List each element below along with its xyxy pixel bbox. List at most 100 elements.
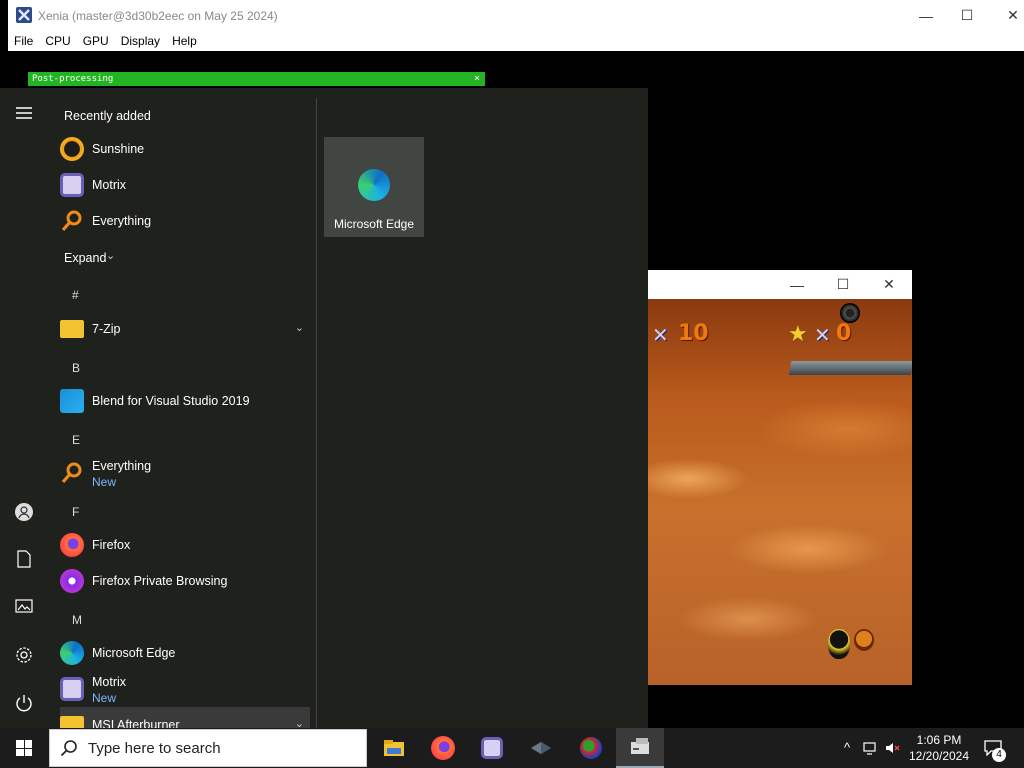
new-badge: New <box>92 475 117 489</box>
character-sprite <box>828 629 850 659</box>
clock-date: 12/20/2024 <box>908 749 970 763</box>
letter-hash[interactable]: # <box>72 288 79 302</box>
app-msi-afterburner-folder[interactable]: MSI Afterburner ⌄ <box>60 707 310 728</box>
search-icon <box>60 739 78 757</box>
file-explorer-icon <box>384 740 404 756</box>
app-blend[interactable]: Blend for Visual Studio 2019 <box>60 383 310 419</box>
new-badge: New <box>92 691 117 705</box>
xenia-console-icon <box>631 738 649 754</box>
tiles-divider <box>316 98 317 728</box>
xenia-window-title: Xenia (master@3d30b2eec on May 25 2024) <box>38 9 278 23</box>
post-processing-bar[interactable]: Post-processing × <box>28 72 485 86</box>
post-processing-label: Post-processing <box>32 74 114 84</box>
windows-logo-icon <box>16 740 32 756</box>
platform <box>788 361 912 375</box>
pictures-icon[interactable] <box>14 598 34 618</box>
letter-f[interactable]: F <box>72 505 79 519</box>
app-microsoft-edge[interactable]: Microsoft Edge <box>60 635 310 671</box>
documents-icon[interactable] <box>14 550 34 570</box>
sunshine-icon <box>60 137 84 161</box>
app-everything[interactable]: Everything New <box>60 455 310 491</box>
search-placeholder: Type here to search <box>88 739 221 757</box>
start-rail <box>0 88 48 728</box>
edge-icon <box>358 169 390 201</box>
game-maximize-button[interactable]: ☐ <box>820 270 866 299</box>
motrix-icon <box>60 677 84 701</box>
chevron-up-icon[interactable]: ^ <box>839 740 855 756</box>
volume-muted-icon[interactable] <box>884 740 900 756</box>
game-minimize-button[interactable]: — <box>774 270 820 299</box>
game-viewport[interactable]: ✕ 10 ★ ✕ 0 <box>648 299 912 685</box>
app-list[interactable]: Recently added Sunshine Motrix Everythin… <box>48 88 316 728</box>
notification-count-badge: 4 <box>992 748 1006 762</box>
app-firefox-private[interactable]: Firefox Private Browsing <box>60 563 310 599</box>
chevron-down-icon: ⌄ <box>106 250 116 262</box>
app-firefox[interactable]: Firefox <box>60 527 310 563</box>
letter-m[interactable]: M <box>72 613 82 627</box>
chevron-down-icon: ⌄ <box>294 718 304 728</box>
user-account-icon[interactable] <box>14 502 34 522</box>
menu-help[interactable]: Help <box>172 34 197 48</box>
hud-x-left: ✕ <box>652 323 669 347</box>
edge-icon <box>60 641 84 665</box>
maximize-button[interactable]: ☐ <box>944 0 990 31</box>
system-clock[interactable]: 1:06 PM 12/20/2024 <box>904 732 974 764</box>
firefox-private-icon <box>60 569 84 593</box>
minimize-button[interactable]: — <box>903 0 949 31</box>
taskbar: Type here to search ^ 1:06 PM 12/20/2024… <box>0 728 1024 768</box>
blend-icon <box>60 389 84 413</box>
menu-cpu[interactable]: CPU <box>45 34 70 48</box>
close-button[interactable]: ✕ <box>990 0 1024 31</box>
taskbar-search-box[interactable]: Type here to search <box>49 729 367 767</box>
xenia-menubar: File CPU GPU Display Help <box>8 31 1024 51</box>
taskbar-file-explorer[interactable] <box>370 728 418 768</box>
tile-microsoft-edge[interactable]: Microsoft Edge <box>324 137 424 237</box>
game-titlebar[interactable]: — ☐ ✕ <box>648 270 912 299</box>
power-icon[interactable] <box>14 694 34 714</box>
xenia-titlebar[interactable]: Xenia (master@3d30b2eec on May 25 2024) … <box>8 0 1024 31</box>
recently-added-header: Recently added <box>64 109 151 123</box>
post-processing-close-icon[interactable]: × <box>474 72 480 86</box>
expand-button[interactable]: Expand <box>64 251 106 265</box>
letter-e[interactable]: E <box>72 433 80 447</box>
firefox-icon <box>60 533 84 557</box>
letter-b[interactable]: B <box>72 361 80 375</box>
app-motrix[interactable]: Motrix New <box>60 671 310 707</box>
app-7zip-folder[interactable]: 7-Zip ⌄ <box>60 311 310 347</box>
start-menu: Recently added Sunshine Motrix Everythin… <box>0 88 648 728</box>
game-window: — ☐ ✕ ✕ 10 ★ ✕ 0 <box>648 270 912 685</box>
firefox-icon <box>431 736 455 760</box>
app-sunshine[interactable]: Sunshine <box>60 131 310 167</box>
taskbar-firefox[interactable] <box>419 728 467 768</box>
taskbar-app-cube[interactable] <box>517 728 565 768</box>
app-everything-recent[interactable]: Everything <box>60 203 310 239</box>
app-motrix-recent[interactable]: Motrix <box>60 167 310 203</box>
network-icon[interactable] <box>862 740 878 756</box>
hud-lives-count: 10 <box>678 321 709 346</box>
cube-app-icon <box>531 742 551 754</box>
start-button[interactable] <box>0 728 48 768</box>
xenia-logo-icon <box>16 7 32 23</box>
star-icon: ★ <box>788 321 808 346</box>
settings-gear-icon[interactable] <box>14 646 34 666</box>
folder-icon <box>60 320 84 338</box>
everything-search-icon <box>60 461 84 485</box>
hud-star-count: 0 <box>836 321 852 346</box>
taskbar-xenia[interactable] <box>616 728 664 768</box>
camera-icon <box>840 303 860 323</box>
tile-label: Microsoft Edge <box>333 217 415 231</box>
folder-icon <box>60 716 84 728</box>
menu-display[interactable]: Display <box>121 34 160 48</box>
game-close-button[interactable]: ✕ <box>866 270 912 299</box>
hamburger-menu-icon[interactable] <box>14 106 34 126</box>
chevron-down-icon: ⌄ <box>294 322 304 334</box>
game-app-icon <box>580 737 602 759</box>
menu-file[interactable]: File <box>14 34 33 48</box>
motrix-icon <box>481 737 503 759</box>
everything-search-icon <box>60 209 84 233</box>
taskbar-motrix[interactable] <box>468 728 516 768</box>
taskbar-game-app[interactable] <box>567 728 615 768</box>
menu-gpu[interactable]: GPU <box>83 34 109 48</box>
motrix-icon <box>60 173 84 197</box>
clock-time: 1:06 PM <box>916 733 962 747</box>
